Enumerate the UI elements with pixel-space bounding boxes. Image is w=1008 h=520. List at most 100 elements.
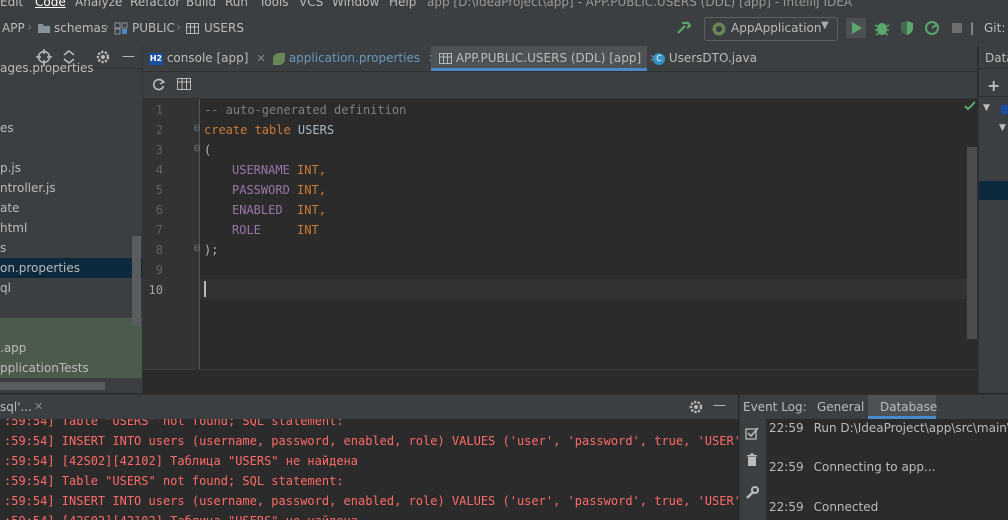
- chevron-right-icon: ›: [176, 20, 182, 35]
- event-log-toolbar: [739, 419, 766, 520]
- class-icon: C: [653, 52, 665, 65]
- event-time: 22:59: [769, 421, 804, 435]
- event-text: Run D:\IdeaProject\app\src\main\reso: [813, 421, 1008, 435]
- tab-database-active[interactable]: Database: [868, 395, 937, 419]
- database-panel: Data + ▼ ▼: [978, 46, 1008, 393]
- code-comment: -- auto-generated definition: [204, 103, 407, 117]
- add-icon[interactable]: +: [987, 76, 1000, 95]
- project-hscrollbar[interactable]: [0, 382, 105, 390]
- refresh-icon[interactable]: [151, 77, 166, 92]
- menu-build[interactable]: Build: [186, 0, 216, 9]
- expand-arrow-icon[interactable]: ▼: [999, 123, 1006, 133]
- dropdown-arrow-icon: ▼: [821, 20, 829, 31]
- line-number: 7: [155, 223, 163, 237]
- menu-vcs[interactable]: VCS: [299, 0, 323, 9]
- run-configuration-select[interactable]: AppApplication ▼: [704, 17, 838, 41]
- profiler-icon: [925, 21, 939, 35]
- code-column: USERNAME: [232, 163, 290, 177]
- tab-application-properties[interactable]: application.properties✕: [273, 46, 437, 71]
- tab-users-ddl[interactable]: APP.PUBLIC.USERS (DDL) [app]✕: [431, 46, 658, 71]
- debug-button[interactable]: [872, 18, 892, 38]
- line-number: 10: [148, 283, 163, 297]
- table-view-icon[interactable]: [177, 78, 191, 90]
- tab-usersdto-java[interactable]: C UsersDTO.java: [653, 46, 763, 71]
- code-line: create table USERS: [204, 120, 334, 140]
- tree-item[interactable]: p.js: [0, 158, 21, 178]
- coverage-button[interactable]: [897, 18, 917, 38]
- console-output[interactable]: :59:54] Table "USERS" not found; SQL sta…: [0, 419, 738, 520]
- tab-label: application.properties: [288, 51, 421, 65]
- menu-window[interactable]: Window: [332, 0, 379, 9]
- tree-item-selected[interactable]: on.properties: [0, 258, 80, 278]
- breadcrumb-public[interactable]: PUBLIC: [132, 21, 175, 35]
- tree-item[interactable]: es: [0, 118, 14, 138]
- gear-icon[interactable]: [95, 49, 111, 65]
- code-paren: (: [204, 143, 212, 157]
- run-tab-label[interactable]: sql'...: [0, 400, 32, 414]
- hide-panel-icon[interactable]: —: [713, 398, 726, 413]
- code-type: INT: [289, 223, 319, 237]
- build-hammer-icon[interactable]: [676, 21, 692, 35]
- tree-item[interactable]: ntroller.js: [0, 178, 56, 198]
- menu-analyze[interactable]: Analyze: [75, 0, 122, 9]
- code-editor[interactable]: -- auto-generated definition create tabl…: [200, 99, 977, 369]
- current-line-highlight: [200, 279, 977, 299]
- line-number: 3: [155, 143, 163, 157]
- line-number: 5: [155, 183, 163, 197]
- line-number: 1: [155, 103, 163, 117]
- wrench-icon[interactable]: [745, 486, 759, 500]
- folder-icon: [38, 24, 50, 33]
- project-panel: — ages.properties es p.js ntroller.js at…: [0, 46, 143, 393]
- tree-item[interactable]: ql: [0, 278, 11, 298]
- debug-bug-icon: [874, 23, 890, 36]
- code-column: PASSWORD: [232, 183, 290, 197]
- hide-panel-icon[interactable]: —: [122, 49, 135, 64]
- shield-icon: [901, 21, 913, 35]
- tree-item[interactable]: ages.properties: [0, 58, 94, 78]
- separator: |: [970, 21, 975, 35]
- table-icon: [439, 53, 452, 64]
- tree-item[interactable]: ate: [0, 198, 19, 218]
- schema-icon: [114, 22, 128, 35]
- project-scrollbar[interactable]: [132, 236, 141, 326]
- menu-edit[interactable]: Edit: [0, 0, 23, 9]
- breadcrumb-app[interactable]: APP: [2, 21, 25, 35]
- code-line: ENABLED INT,: [232, 200, 326, 220]
- h2-icon: H2: [149, 52, 163, 65]
- code-line: ROLE INT: [232, 220, 319, 240]
- git-label[interactable]: Git:: [984, 21, 1005, 35]
- close-icon[interactable]: ✕: [34, 400, 43, 413]
- spring-boot-icon: [712, 22, 726, 36]
- menu-code[interactable]: Code: [35, 0, 66, 9]
- tab-general[interactable]: General: [817, 400, 864, 414]
- breadcrumb-schemas[interactable]: schemas: [54, 21, 107, 35]
- trash-icon[interactable]: [745, 453, 759, 467]
- tab-label: UsersDTO.java: [668, 51, 757, 65]
- tree-item[interactable]: s: [0, 238, 6, 258]
- event-entry: 22:59 Run D:\IdeaProject\app\src\main\res…: [769, 421, 1008, 435]
- tree-item[interactable]: html: [0, 218, 27, 238]
- tab-label: APP.PUBLIC.USERS (DDL) [app]: [455, 51, 642, 65]
- menu-refactor[interactable]: Refactor: [130, 0, 180, 9]
- editor-scrollbar[interactable]: [967, 147, 977, 339]
- tab-console[interactable]: H2 console [app] ✕: [149, 46, 269, 71]
- breadcrumb-users[interactable]: USERS: [204, 21, 244, 35]
- close-icon[interactable]: ✕: [256, 52, 265, 65]
- event-log-entries[interactable]: 22:59 Run D:\IdeaProject\app\src\main\res…: [766, 419, 1008, 520]
- profile-button[interactable]: [922, 18, 942, 38]
- tree-item[interactable]: pplicationTests: [0, 358, 89, 378]
- menu-tools[interactable]: Tools: [259, 0, 289, 9]
- stop-button[interactable]: [947, 18, 967, 38]
- console-line: :59:54] INSERT INTO users (username, pas…: [4, 494, 738, 508]
- run-button[interactable]: [846, 18, 866, 38]
- tree-item[interactable]: .app: [0, 338, 26, 358]
- mark-read-checkbox-icon[interactable]: [745, 427, 759, 441]
- expand-arrow-icon[interactable]: ▼: [983, 103, 990, 113]
- console-line: :59:54] Table "USERS" not found; SQL sta…: [4, 419, 344, 428]
- menu-help[interactable]: Help: [389, 0, 416, 9]
- navigation-bar: APP › schemas › PUBLIC › USERS AppApplic…: [0, 10, 1008, 47]
- selected-node-highlight: [979, 181, 1008, 200]
- event-log-title: Event Log:: [743, 400, 807, 414]
- gear-icon[interactable]: [688, 399, 704, 415]
- menu-run[interactable]: Run: [225, 0, 248, 9]
